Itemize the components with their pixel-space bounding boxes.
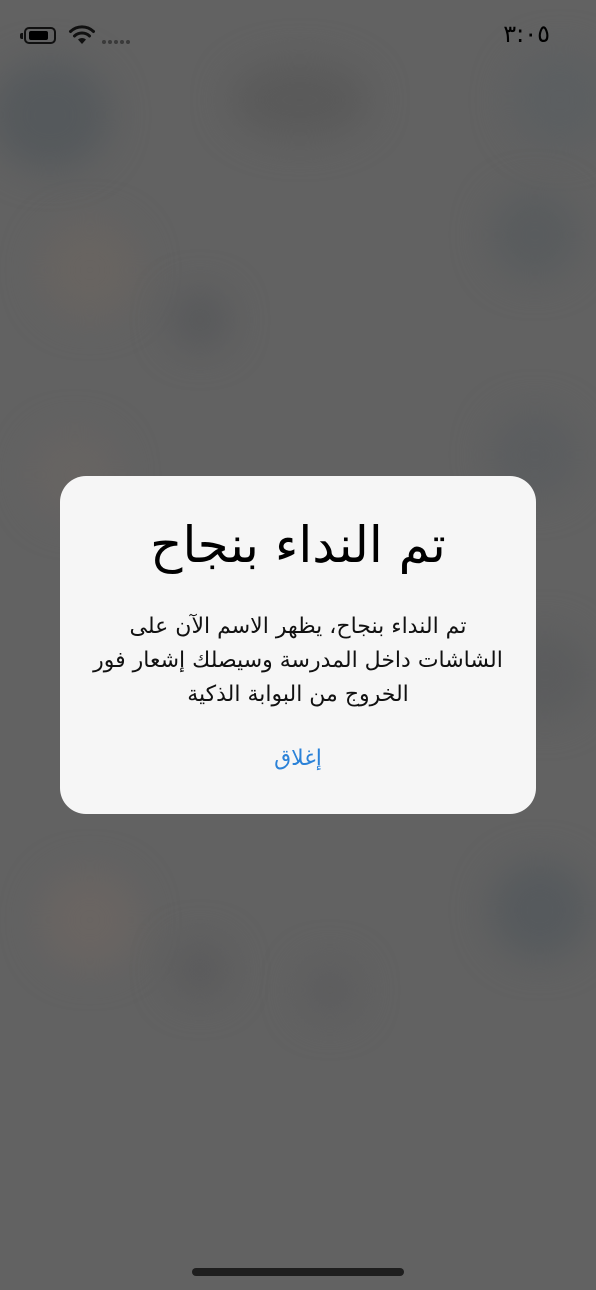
- home-indicator[interactable]: [192, 1268, 404, 1276]
- close-button[interactable]: إغلاق: [60, 734, 536, 784]
- alert-title: تم النداء بنجاح: [150, 516, 446, 574]
- success-alert-dialog: تم النداء بنجاح تم النداء بنجاح، يظهر ال…: [60, 476, 536, 814]
- status-bar: ٣:٠٥: [0, 0, 596, 70]
- alert-message: تم النداء بنجاح، يظهر الاسم الآن على الش…: [93, 614, 503, 707]
- signal-dots-icon: [102, 40, 130, 44]
- status-time: ٣:٠٥: [503, 20, 550, 48]
- wifi-icon: [69, 25, 95, 44]
- battery-icon: [20, 27, 56, 44]
